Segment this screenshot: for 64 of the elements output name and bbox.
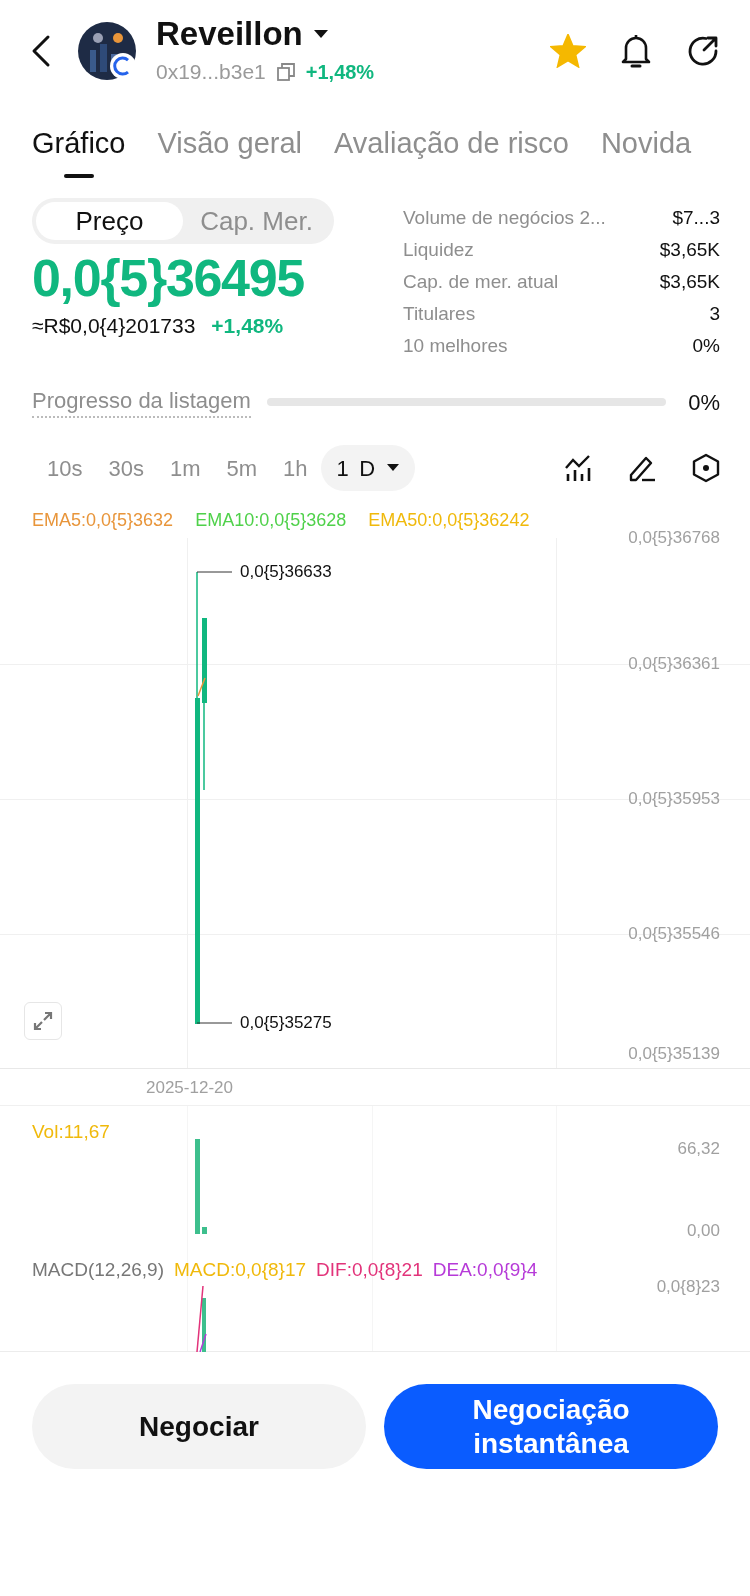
settings-icon[interactable] — [692, 453, 720, 483]
indicator-value: DEA:0,0{9}4 — [432, 1258, 538, 1282]
interval-tab[interactable]: 1 D — [320, 445, 416, 491]
low-price-label: 0,0{5}35275 — [240, 1013, 332, 1033]
date-label: 2025-12-20 — [146, 1076, 233, 1099]
price-change: +1,48% — [211, 313, 284, 339]
trade-button[interactable]: Negociação instantânea — [384, 1384, 718, 1469]
caret-icon — [387, 464, 400, 472]
stat-value: 0% — [692, 333, 720, 358]
indicator-value: EMA10:0,0{5}3628 — [195, 509, 347, 532]
volume-label: Vol:11,67 — [32, 1120, 110, 1144]
axis-label: 0,0{8}23 — [656, 1276, 720, 1298]
stat-label: Titulares — [403, 301, 476, 326]
price-toggle[interactable]: Preço — [36, 202, 183, 240]
interval-tab[interactable]: 10s — [34, 451, 96, 485]
stat-label: Cap. de mer. atual — [403, 269, 559, 294]
indicator-value: EMA50:0,0{5}36242 — [368, 509, 530, 532]
stat-label: Liquidez — [403, 237, 474, 262]
stat-value: 3 — [709, 301, 720, 326]
tab[interactable]: Visão geral — [157, 126, 303, 186]
high-price-label: 0,0{5}36633 — [240, 562, 332, 582]
caret-icon[interactable] — [312, 29, 329, 40]
trade-button[interactable]: Negociar — [32, 1384, 366, 1469]
stat-value: $7...3 — [672, 205, 720, 230]
progress-value: 0% — [688, 388, 720, 417]
fiat-price: ≈R$0,0{4}201733 — [32, 313, 196, 339]
stat-value: $3,65K — [659, 269, 720, 294]
star-icon[interactable] — [550, 34, 586, 68]
expand-button[interactable] — [24, 1002, 62, 1040]
listing-progress-label: Progresso da listagem — [32, 386, 251, 418]
interval-tab[interactable]: 1m — [156, 451, 214, 485]
price-change: +1,48% — [305, 60, 375, 85]
bell-icon[interactable] — [620, 33, 652, 69]
pencil-icon[interactable] — [628, 454, 656, 482]
share-icon[interactable] — [686, 34, 720, 68]
indicator-value: MACD:0,0{8}17 — [174, 1258, 307, 1282]
axis-label: 0,0{5}36768 — [628, 528, 720, 548]
axis-label: 0,0{5}35546 — [628, 924, 720, 944]
tab[interactable]: Avaliação de risco — [334, 126, 569, 186]
indicator-icon[interactable] — [564, 454, 592, 482]
axis-label: 0,00 — [686, 1220, 720, 1242]
stat-value: $3,65K — [659, 237, 720, 262]
current-price: 0,0{5}36495 — [32, 248, 305, 308]
stat-label: 10 melhores — [403, 333, 508, 358]
axis-label: 0,0{5}36361 — [628, 654, 720, 674]
token-avatar — [76, 20, 138, 82]
axis-label: 66,32 — [677, 1138, 720, 1160]
expand-icon — [33, 1011, 53, 1031]
tab[interactable]: Novida — [600, 126, 692, 186]
axis-label: 0,0{5}35953 — [628, 789, 720, 809]
macd-label: MACD(12,26,9) — [32, 1258, 164, 1282]
contract-address: 0x19...b3e1 — [156, 59, 266, 86]
interval-tab[interactable]: 1h — [270, 451, 321, 485]
macd-lines — [196, 1286, 208, 1352]
axis-label: 0,0{5}35139 — [628, 1044, 720, 1064]
interval-tab[interactable]: 5m — [213, 451, 271, 485]
indicator-value: EMA5:0,0{5}3632 — [32, 509, 174, 532]
stat-label: Volume de negócios 2... — [403, 205, 606, 230]
interval-tab[interactable]: 30s — [95, 451, 157, 485]
token-title: Reveillon — [156, 14, 303, 55]
price-toggle[interactable]: Cap. Mer. — [183, 202, 330, 240]
copy-icon[interactable] — [275, 62, 296, 82]
indicator-value: DIF:0,0{8}21 — [316, 1258, 423, 1282]
tab[interactable]: Gráfico — [32, 126, 126, 186]
